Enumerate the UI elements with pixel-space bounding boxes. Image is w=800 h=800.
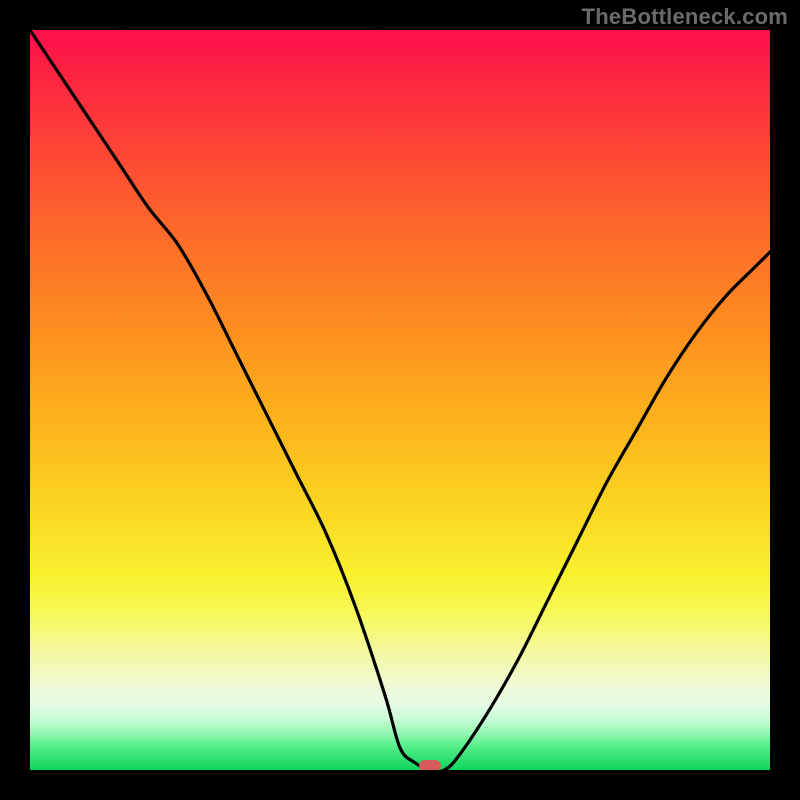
bottleneck-curve: [30, 30, 770, 770]
chart-frame: TheBottleneck.com: [0, 0, 800, 800]
optimum-marker: [419, 760, 441, 770]
watermark-text: TheBottleneck.com: [582, 4, 788, 30]
plot-area: [30, 30, 770, 770]
